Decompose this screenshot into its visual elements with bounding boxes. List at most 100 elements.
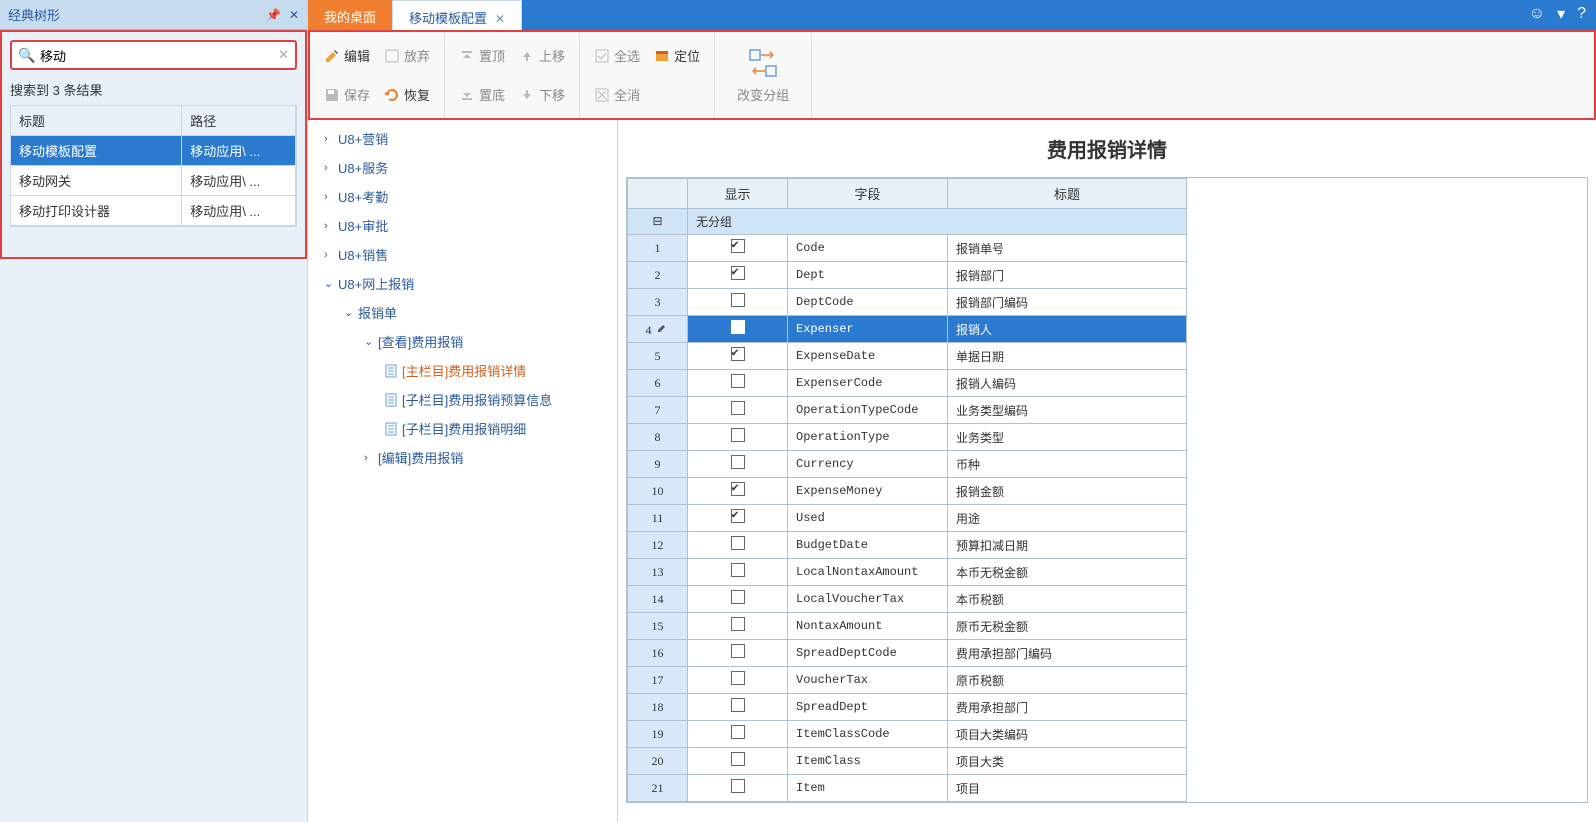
show-checkbox[interactable] [731,293,745,307]
grid-row[interactable]: 16SpreadDeptCode费用承担部门编码 [628,640,1187,667]
show-checkbox[interactable] [731,239,745,253]
search-result-row[interactable]: 移动模板配置移动应用\ ... [11,136,296,166]
grid-row[interactable]: 2Dept报销部门 [628,262,1187,289]
col-title: 标题 [11,106,182,136]
smile-icon[interactable]: ☺ [1529,5,1545,23]
grid-row[interactable]: 14LocalVoucherTax本币税额 [628,586,1187,613]
show-checkbox[interactable] [731,455,745,469]
search-result-table: 标题 路径 移动模板配置移动应用\ ...移动网关移动应用\ ...移动打印设计… [10,105,297,227]
discard-button[interactable]: 放弃 [378,42,436,69]
grid-row[interactable]: 7OperationTypeCode业务类型编码 [628,397,1187,424]
search-input[interactable] [10,40,297,70]
grid-row[interactable]: 13LocalNontaxAmount本币无税金额 [628,559,1187,586]
grid-row[interactable]: 11Used用途 [628,505,1187,532]
detail-title: 费用报销详情 [618,120,1596,177]
sidebar-header: 经典树形 📌 ✕ [0,0,307,30]
change-group-button[interactable]: 改变分组 [723,39,803,112]
up-button[interactable]: 上移 [513,42,571,69]
grid-row[interactable]: 9Currency币种 [628,451,1187,478]
show-checkbox[interactable] [731,644,745,658]
search-result-row[interactable]: 移动打印设计器移动应用\ ... [11,196,296,226]
toolbar: 编辑 放弃 保存 恢复 置顶 上移 置底 下移 [308,30,1596,120]
group-label: 无分组 [688,209,1187,235]
down-button[interactable]: 下移 [513,81,571,108]
tree-item[interactable]: ›U8+考勤 [308,182,617,211]
tab-desktop[interactable]: 我的桌面 [308,0,392,30]
bottom-button[interactable]: 置底 [453,81,511,108]
show-checkbox[interactable] [731,563,745,577]
grid-row[interactable]: 8OperationType业务类型 [628,424,1187,451]
help-icon[interactable]: ? [1577,5,1586,23]
tree-arrow-icon: ⌄ [364,335,374,348]
edit-button[interactable]: 编辑 [318,42,376,69]
show-checkbox[interactable] [731,752,745,766]
show-checkbox[interactable] [731,698,745,712]
tree-arrow-icon: ⌄ [324,277,334,290]
dropdown-icon[interactable]: ▾ [1557,4,1565,24]
close-icon[interactable]: ✕ [289,8,299,22]
show-checkbox[interactable] [731,347,745,361]
grid-row[interactable]: 12BudgetDate预算扣减日期 [628,532,1187,559]
grid-row[interactable]: 15NontaxAmount原币无税金额 [628,613,1187,640]
locate-button[interactable]: 定位 [648,42,706,69]
select-all-button[interactable]: 全选 [588,42,646,69]
grid-row[interactable]: 1Code报销单号 [628,235,1187,262]
grid-col-show: 显示 [688,179,788,209]
save-button[interactable]: 保存 [318,81,376,108]
document-icon [384,393,398,407]
show-checkbox[interactable] [731,779,745,793]
tab-current[interactable]: 移动模板配置✕ [392,0,522,30]
top-button[interactable]: 置顶 [453,42,511,69]
show-checkbox[interactable] [731,266,745,280]
tree-item[interactable]: ⌄[查看]费用报销 [308,327,617,356]
tree-item[interactable]: ›U8+营销 [308,124,617,153]
tree-item[interactable]: [主栏目]费用报销详情 [308,356,617,385]
grid-row[interactable]: 21Item项目 [628,775,1187,802]
tree-item[interactable]: ⌄U8+网上报销 [308,269,617,298]
grid-rownum-header [628,179,688,209]
grid-row[interactable]: 3DeptCode报销部门编码 [628,289,1187,316]
grid-col-field: 字段 [788,179,948,209]
tree-item[interactable]: ›U8+服务 [308,153,617,182]
pin-icon[interactable]: 📌 [266,8,281,22]
tree-arrow-icon: › [324,133,334,145]
restore-button[interactable]: 恢复 [378,81,436,108]
show-checkbox[interactable] [731,671,745,685]
tree-item[interactable]: ›U8+审批 [308,211,617,240]
edit-row-icon [656,320,670,334]
search-result-text: 搜索到 3 条结果 [2,78,305,105]
search-result-row[interactable]: 移动网关移动应用\ ... [11,166,296,196]
show-checkbox[interactable] [731,320,745,334]
document-icon [384,364,398,378]
tree-item[interactable]: ›[编辑]费用报销 [308,443,617,472]
tree-item[interactable]: [子栏目]费用报销明细 [308,414,617,443]
grid-row[interactable]: 20ItemClass项目大类 [628,748,1187,775]
tree-arrow-icon: › [324,191,334,203]
tree-item[interactable]: [子栏目]费用报销预算信息 [308,385,617,414]
show-checkbox[interactable] [731,509,745,523]
grid-row[interactable]: 17VoucherTax原币税额 [628,667,1187,694]
tree-arrow-icon: ⌄ [344,306,354,319]
grid-row[interactable]: 4Expenser报销人 [628,316,1187,343]
grid-row[interactable]: 10ExpenseMoney报销金额 [628,478,1187,505]
clear-all-button[interactable]: 全消 [588,81,646,108]
show-checkbox[interactable] [731,725,745,739]
show-checkbox[interactable] [731,401,745,415]
grid-row[interactable]: 6ExpenserCode报销人编码 [628,370,1187,397]
grid-row[interactable]: 19ItemClassCode项目大类编码 [628,721,1187,748]
show-checkbox[interactable] [731,536,745,550]
show-checkbox[interactable] [731,590,745,604]
show-checkbox[interactable] [731,617,745,631]
show-checkbox[interactable] [731,428,745,442]
tree-arrow-icon: › [364,452,374,464]
grid-row[interactable]: 18SpreadDept费用承担部门 [628,694,1187,721]
group-toggle[interactable]: ⊟ [628,209,688,235]
tree-item[interactable]: ›U8+销售 [308,240,617,269]
tree-item[interactable]: ⌄报销单 [308,298,617,327]
grid-row[interactable]: 5ExpenseDate单据日期 [628,343,1187,370]
clear-icon[interactable]: ✕ [278,47,289,63]
show-checkbox[interactable] [731,482,745,496]
close-tab-icon[interactable]: ✕ [495,12,505,26]
sidebar-title: 经典树形 [8,5,60,24]
show-checkbox[interactable] [731,374,745,388]
